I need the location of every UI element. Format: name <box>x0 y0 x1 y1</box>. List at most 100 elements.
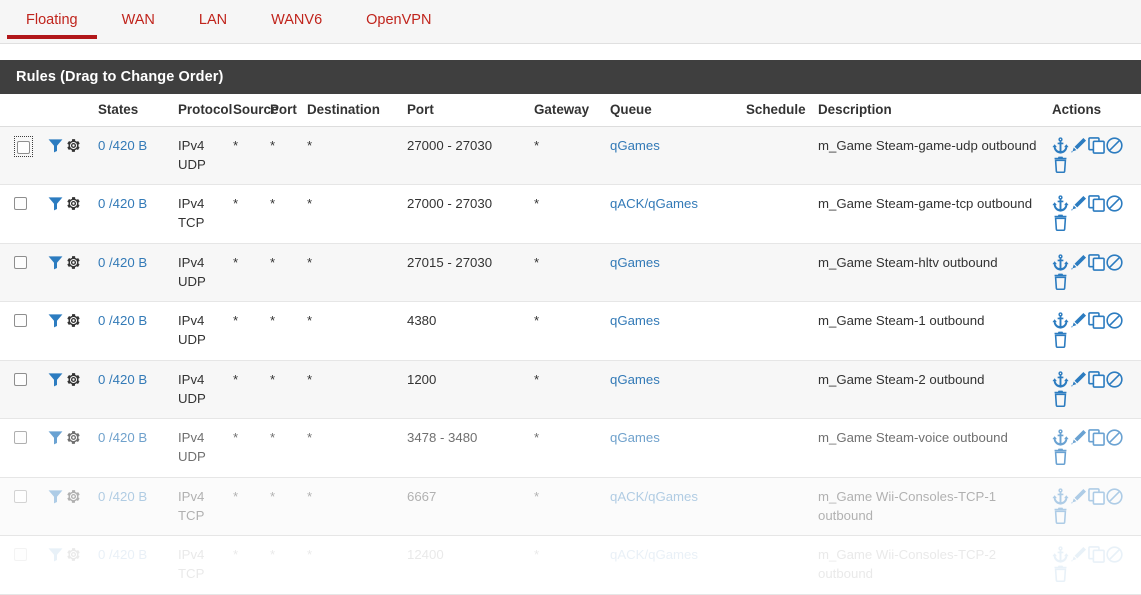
gear-icon[interactable] <box>66 196 81 211</box>
filter-icon[interactable] <box>48 430 63 445</box>
row-select-checkbox[interactable] <box>14 256 27 269</box>
filter-icon[interactable] <box>48 313 63 328</box>
gear-icon[interactable] <box>66 138 81 153</box>
copy-icon[interactable] <box>1088 371 1105 388</box>
anchor-icon[interactable] <box>1052 312 1069 329</box>
queue-link[interactable]: qACK/qGames <box>610 547 698 562</box>
row-select-checkbox[interactable] <box>14 431 27 444</box>
ban-icon[interactable] <box>1106 488 1123 505</box>
states-value[interactable]: 0 /420 B <box>98 489 147 504</box>
table-row[interactable]: 0 /420 BIPv4UDP***4380*qGamesm_Game Stea… <box>0 302 1141 360</box>
table-row[interactable]: 0 /420 BIPv4UDP***27000 - 27030*qGamesm_… <box>0 127 1141 185</box>
table-row[interactable]: 0 /420 BIPv4TCP***12400*qACK/qGamesm_Gam… <box>0 536 1141 594</box>
trash-icon[interactable] <box>1052 273 1069 290</box>
states-value[interactable]: 0 /420 B <box>98 430 147 445</box>
row-select-checkbox[interactable] <box>14 373 27 386</box>
table-row[interactable]: 0 /420 BIPv4UDP***1200*qGamesm_Game Stea… <box>0 360 1141 418</box>
filter-icon[interactable] <box>48 547 63 562</box>
table-row[interactable]: 0 /420 BIPv4TCP***6667*qACK/qGamesm_Game… <box>0 477 1141 535</box>
tab-lan[interactable]: LAN <box>177 0 249 38</box>
trash-icon[interactable] <box>1052 507 1069 524</box>
pencil-icon[interactable] <box>1070 312 1087 329</box>
column-header-schedule: Schedule <box>746 94 818 127</box>
gear-icon[interactable] <box>66 489 81 504</box>
queue-link[interactable]: qGames <box>610 138 660 153</box>
tab-floating[interactable]: Floating <box>4 0 100 38</box>
anchor-icon[interactable] <box>1052 488 1069 505</box>
gear-icon[interactable] <box>66 372 81 387</box>
copy-icon[interactable] <box>1088 546 1105 563</box>
gear-icon[interactable] <box>66 255 81 270</box>
tab-wanv6[interactable]: WANV6 <box>249 0 344 38</box>
source-port-value: * <box>270 372 275 387</box>
states-value[interactable]: 0 /420 B <box>98 313 147 328</box>
trash-icon[interactable] <box>1052 156 1069 173</box>
trash-icon[interactable] <box>1052 390 1069 407</box>
gateway-cell: * <box>534 302 610 360</box>
row-select-checkbox[interactable] <box>14 548 27 561</box>
ban-icon[interactable] <box>1106 312 1123 329</box>
states-value[interactable]: 0 /420 B <box>98 255 147 270</box>
trash-icon[interactable] <box>1052 448 1069 465</box>
anchor-icon[interactable] <box>1052 546 1069 563</box>
pencil-icon[interactable] <box>1070 195 1087 212</box>
copy-icon[interactable] <box>1088 488 1105 505</box>
ban-icon[interactable] <box>1106 546 1123 563</box>
copy-icon[interactable] <box>1088 429 1105 446</box>
gear-icon[interactable] <box>66 430 81 445</box>
queue-link[interactable]: qGames <box>610 430 660 445</box>
filter-icon[interactable] <box>48 138 63 153</box>
ban-icon[interactable] <box>1106 429 1123 446</box>
copy-icon[interactable] <box>1088 254 1105 271</box>
queue-link[interactable]: qGames <box>610 255 660 270</box>
copy-icon[interactable] <box>1088 312 1105 329</box>
row-select-checkbox[interactable] <box>17 141 30 154</box>
copy-icon[interactable] <box>1088 195 1105 212</box>
queue-link[interactable]: qGames <box>610 372 660 387</box>
trash-icon[interactable] <box>1052 331 1069 348</box>
ban-icon[interactable] <box>1106 254 1123 271</box>
states-value[interactable]: 0 /420 B <box>98 196 147 211</box>
protocol-family: IPv4 <box>178 371 229 390</box>
pencil-icon[interactable] <box>1070 254 1087 271</box>
ban-icon[interactable] <box>1106 195 1123 212</box>
states-value[interactable]: 0 /420 B <box>98 138 147 153</box>
trash-icon[interactable] <box>1052 214 1069 231</box>
anchor-icon[interactable] <box>1052 429 1069 446</box>
states-value[interactable]: 0 /420 B <box>98 372 147 387</box>
pencil-icon[interactable] <box>1070 546 1087 563</box>
anchor-icon[interactable] <box>1052 137 1069 154</box>
queue-link[interactable]: qACK/qGames <box>610 489 698 504</box>
gear-icon[interactable] <box>66 547 81 562</box>
row-select-checkbox[interactable] <box>14 314 27 327</box>
states-value[interactable]: 0 /420 B <box>98 547 147 562</box>
filter-icon[interactable] <box>48 372 63 387</box>
queue-link[interactable]: qACK/qGames <box>610 196 698 211</box>
queue-link[interactable]: qGames <box>610 313 660 328</box>
pencil-icon[interactable] <box>1070 429 1087 446</box>
anchor-icon[interactable] <box>1052 254 1069 271</box>
ban-icon[interactable] <box>1106 371 1123 388</box>
source-value: * <box>233 489 238 504</box>
trash-icon[interactable] <box>1052 565 1069 582</box>
tab-openvpn[interactable]: OpenVPN <box>344 0 453 38</box>
pencil-icon[interactable] <box>1070 371 1087 388</box>
pencil-icon[interactable] <box>1070 488 1087 505</box>
table-row[interactable]: 0 /420 BIPv4TCP***27000 - 27030*qACK/qGa… <box>0 185 1141 243</box>
filter-icon[interactable] <box>48 196 63 211</box>
row-select-checkbox[interactable] <box>14 197 27 210</box>
table-row[interactable]: 0 /420 BIPv4UDP***3478 - 3480*qGamesm_Ga… <box>0 419 1141 477</box>
anchor-icon[interactable] <box>1052 195 1069 212</box>
tab-wan[interactable]: WAN <box>100 0 177 38</box>
queue-cell: qACK/qGames <box>610 185 746 243</box>
copy-icon[interactable] <box>1088 137 1105 154</box>
filter-icon[interactable] <box>48 255 63 270</box>
dest-port-value: 4380 <box>407 313 436 328</box>
filter-icon[interactable] <box>48 489 63 504</box>
pencil-icon[interactable] <box>1070 137 1087 154</box>
ban-icon[interactable] <box>1106 137 1123 154</box>
row-select-checkbox[interactable] <box>14 490 27 503</box>
anchor-icon[interactable] <box>1052 371 1069 388</box>
gear-icon[interactable] <box>66 313 81 328</box>
table-row[interactable]: 0 /420 BIPv4UDP***27015 - 27030*qGamesm_… <box>0 243 1141 301</box>
